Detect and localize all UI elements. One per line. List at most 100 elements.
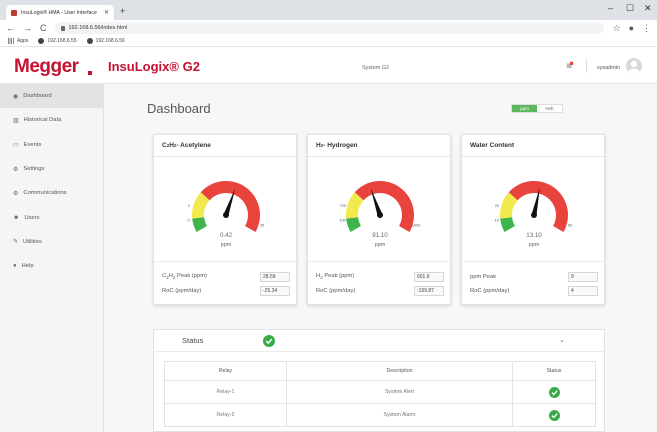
- description-cell: System Alert: [286, 380, 513, 404]
- new-tab-button[interactable]: +: [120, 6, 125, 16]
- system-name: System G2: [362, 65, 390, 71]
- gauge-card: H2 - Hydrogen 100 700 1000 91.10 ppm H2 Pe…: [307, 134, 452, 305]
- gauge-unit: ppm: [528, 242, 540, 248]
- wrench-icon: ✎: [13, 239, 19, 246]
- sidebar-item-communications[interactable]: ⚙ Communications: [0, 181, 103, 205]
- maximize-button[interactable]: ☐: [626, 3, 634, 14]
- relay-table: Relay Description Status Relay-1 System …: [164, 361, 596, 427]
- avatar[interactable]: [626, 58, 642, 74]
- sidebar-item-users[interactable]: ☻ Users: [0, 205, 103, 229]
- gauge-card: Water Content 10 20 50 13.10 ppm ppm Peak …: [461, 134, 606, 305]
- bookmark-ip-56[interactable]: 192.168.6.56: [86, 38, 125, 44]
- main-content: Dashboard ppm %rh C2H2 - Acetylene 0 2 35 …: [104, 84, 657, 432]
- roc-value: 4: [568, 285, 598, 296]
- bookmarks-bar: Apps 192.168.6.55 192.168.6.56: [0, 36, 657, 47]
- network-icon: ⚙: [13, 190, 19, 197]
- address-bar[interactable]: 192.168.6.56/index.html: [54, 22, 605, 34]
- header-divider: [586, 59, 587, 73]
- monitor-icon: ▭: [13, 142, 19, 149]
- bookmark-apps[interactable]: Apps: [8, 38, 28, 44]
- users-icon: ☻: [13, 214, 20, 221]
- gear-icon: ⚙: [13, 166, 19, 173]
- peak-row: C2H2 Peak (ppm) 28.59: [162, 271, 290, 282]
- status-ok-icon: [548, 409, 560, 421]
- sidebar-item-dashboard[interactable]: ◉ Dashboard: [0, 84, 103, 109]
- sidebar-item-historical-data[interactable]: ▥ Historical Data: [0, 108, 103, 132]
- relay-cell: Relay-1: [164, 380, 287, 404]
- table-row: Relay-2 System Alarm: [164, 403, 596, 427]
- gauge-hub: [223, 212, 229, 218]
- roc-label: RoC (ppm/day): [162, 287, 202, 294]
- browser-menu-icon[interactable]: ⋮: [642, 23, 651, 34]
- browser-navbar: ← → C 192.168.6.56/index.html ☆ ● ⋮: [0, 20, 657, 36]
- status-col-header: Status: [512, 361, 596, 381]
- gauge-tick-label: 700: [340, 204, 346, 208]
- gauge-tick-label: 0: [188, 219, 190, 223]
- sidebar: ◉ Dashboard ▥ Historical Data ▭ Events ⚙ Settin…: [0, 84, 104, 432]
- status-ok-icon: [548, 386, 560, 398]
- label-part: Peak (ppm): [175, 272, 207, 279]
- tab-close-icon[interactable]: ✕: [104, 9, 109, 16]
- peak-row: H2 Peak (ppm) 601.6: [316, 271, 444, 282]
- browser-tab[interactable]: InsuLogix® HMA - User Interface ✕: [6, 5, 114, 20]
- tab-title: InsuLogix® HMA - User Interface: [21, 9, 97, 16]
- logo-dot: [88, 71, 92, 75]
- sidebar-item-label: Dashboard: [23, 93, 52, 100]
- gauge-tick-label: 50: [568, 224, 572, 228]
- megger-logo: Megger: [14, 56, 79, 77]
- roc-value: -159.87: [414, 285, 444, 296]
- label-part: - Acetylene: [176, 142, 211, 149]
- unit-toggle[interactable]: ppm %rh: [511, 104, 563, 113]
- username[interactable]: sysadmin: [597, 65, 620, 71]
- sidebar-item-settings[interactable]: ⚙ Settings: [0, 157, 103, 181]
- minimize-button[interactable]: –: [608, 3, 613, 13]
- close-window-button[interactable]: ✕: [644, 3, 652, 14]
- roc-label: RoC (ppm/day): [470, 287, 510, 294]
- relay-col-header: Relay: [164, 361, 287, 381]
- description-col-header: Description: [286, 361, 513, 381]
- bookmark-label: 192.168.6.56: [95, 38, 125, 44]
- globe-icon: [86, 38, 93, 44]
- bookmark-star-icon[interactable]: ☆: [612, 23, 620, 34]
- peak-row: ppm Peak 9: [470, 271, 598, 282]
- gauge-green-zone: [346, 217, 361, 232]
- relay-cell: Relay-2: [164, 403, 287, 427]
- gauge-card: C2H2 - Acetylene 0 2 35 0.42 ppm C2H2 Peak…: [153, 134, 298, 305]
- bookmark-label: Apps: [17, 38, 29, 44]
- sidebar-item-events[interactable]: ▭ Events: [0, 133, 103, 157]
- gauge-unit: ppm: [374, 242, 386, 248]
- sidebar-item-label: Settings: [23, 166, 45, 173]
- browser-tabstrip: InsuLogix® HMA - User Interface ✕ + – ☐ …: [0, 0, 657, 20]
- forward-icon[interactable]: →: [23, 23, 32, 33]
- status-cell: [512, 380, 596, 404]
- sidebar-item-help[interactable]: ● Help: [0, 254, 103, 278]
- unit-ppm-button[interactable]: ppm: [512, 105, 537, 112]
- label-part: Peak (ppm): [322, 272, 355, 279]
- chevron-down-icon[interactable]: ⌄: [559, 336, 565, 344]
- profile-icon[interactable]: ●: [629, 23, 634, 33]
- gauge-green-zone: [500, 217, 515, 232]
- favicon-icon: [11, 9, 17, 16]
- sidebar-item-utilities[interactable]: ✎ Utilities: [0, 230, 103, 254]
- gauge-value: 13.10: [526, 232, 542, 239]
- sidebar-item-label: Users: [24, 214, 40, 221]
- card-divider: [308, 261, 452, 262]
- unit-rh-button[interactable]: %rh: [537, 105, 562, 112]
- status-header[interactable]: Status ⌄: [154, 330, 604, 352]
- reload-icon[interactable]: C: [40, 23, 47, 33]
- gauge-hub: [377, 212, 383, 218]
- status-label: Status: [182, 336, 204, 345]
- gauge-tick-label: 100: [339, 219, 345, 223]
- dashboard-icon: ◉: [13, 93, 19, 100]
- back-icon[interactable]: ←: [6, 23, 15, 33]
- roc-row: RoC (ppm/day) 4: [470, 285, 598, 296]
- description-cell: System Alarm: [286, 403, 513, 427]
- apps-icon: [8, 38, 14, 44]
- bookmark-ip-55[interactable]: 192.168.6.55: [38, 38, 77, 44]
- roc-row: RoC (ppm/day) -159.87: [316, 285, 444, 296]
- notification-icon[interactable]: [566, 61, 574, 69]
- peak-value: 28.59: [260, 271, 290, 282]
- gauge-tick-label: 35: [260, 224, 264, 228]
- sidebar-item-label: Historical Data: [23, 117, 62, 124]
- bookmark-label: 192.168.6.55: [47, 38, 77, 44]
